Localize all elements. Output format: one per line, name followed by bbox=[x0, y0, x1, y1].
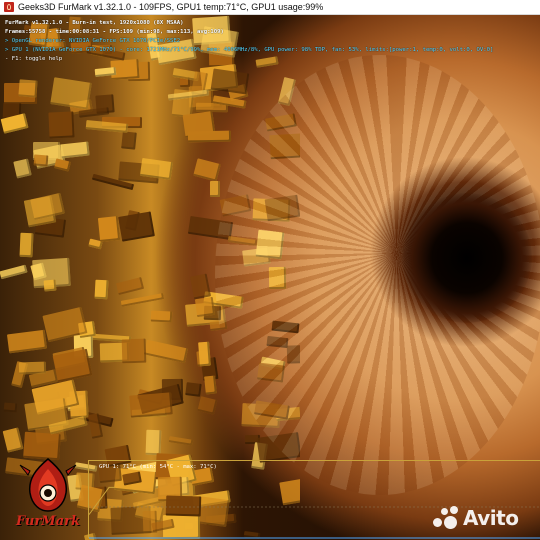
tunnel-cube bbox=[18, 79, 39, 98]
tunnel-cube bbox=[188, 130, 232, 143]
tunnel-cube bbox=[146, 429, 162, 456]
furmark-logo-text: FurMark bbox=[16, 514, 80, 529]
osd-headline: FurMark v1.32.1.0 - Burn-in test, 1920x1… bbox=[5, 20, 184, 26]
tunnel-cube bbox=[198, 341, 211, 367]
tunnel-cube bbox=[210, 181, 221, 198]
tunnel-cube bbox=[48, 111, 74, 139]
tunnel-cube bbox=[203, 375, 217, 395]
tunnel-cube bbox=[19, 232, 34, 258]
avito-watermark-text: Avito bbox=[463, 506, 519, 530]
tunnel-cube bbox=[0, 265, 28, 280]
tunnel-cube bbox=[13, 158, 32, 179]
tunnel-cube bbox=[94, 280, 109, 300]
osd-frame-stats: Frames:55758 - time:00:08:31 - FPS:109 (… bbox=[5, 29, 224, 35]
osd-help-hint: - F1: toggle help bbox=[5, 56, 63, 62]
tunnel-cube bbox=[118, 211, 156, 243]
tunnel-cube bbox=[115, 277, 145, 295]
furmark-app-icon[interactable] bbox=[4, 2, 14, 12]
tunnel-cube bbox=[60, 141, 90, 159]
tunnel-cube bbox=[192, 158, 221, 182]
render-viewport[interactable]: FurMark v1.32.1.0 - Burn-in test, 1920x1… bbox=[0, 15, 540, 540]
tunnel-cube bbox=[122, 338, 147, 364]
tunnel-cube bbox=[185, 382, 202, 397]
tunnel-cube bbox=[43, 279, 58, 292]
flame-eye-icon bbox=[19, 458, 77, 512]
tunnel-cube bbox=[7, 329, 48, 354]
tunnel-cube bbox=[49, 76, 92, 110]
window-title-bar[interactable]: Geeks3D FurMark v1.32.1.0 - 109FPS, GPU1… bbox=[0, 0, 540, 15]
tunnel-cube bbox=[52, 349, 93, 384]
osd-gpu-info: > GPU 1 (NVIDIA GeForce GTX 1070) - core… bbox=[5, 47, 494, 53]
tunnel-cube bbox=[3, 402, 18, 413]
tunnel-cube bbox=[18, 362, 46, 376]
window-title: Geeks3D FurMark v1.32.1.0 - 109FPS, GPU1… bbox=[18, 2, 324, 12]
tunnel-cube bbox=[195, 296, 216, 317]
avito-watermark: Avito bbox=[433, 505, 519, 531]
tunnel-cube bbox=[30, 192, 65, 220]
tunnel-cube bbox=[120, 131, 137, 150]
osd-renderer: > OpenGL renderer: NVIDIA GeForce GTX 10… bbox=[5, 38, 181, 44]
tunnel-cube bbox=[54, 157, 72, 172]
tunnel-cube bbox=[129, 392, 173, 418]
tunnel-cube bbox=[2, 427, 23, 453]
temperature-curve bbox=[89, 486, 115, 515]
tunnel-cube bbox=[33, 154, 49, 167]
tunnel-cube bbox=[197, 396, 218, 415]
tunnel-cube bbox=[144, 339, 189, 364]
tunnel-cube bbox=[120, 292, 164, 307]
fur-donut-center bbox=[402, 193, 532, 323]
tunnel-cube bbox=[97, 215, 121, 242]
tunnel-cube bbox=[210, 68, 250, 95]
tunnel-cube bbox=[190, 273, 212, 300]
furmark-logo: FurMark bbox=[6, 455, 90, 535]
avito-dots-icon bbox=[433, 506, 459, 530]
osd-overlay: FurMark v1.32.1.0 - Burn-in test, 1920x1… bbox=[5, 19, 493, 64]
tunnel-cube bbox=[151, 310, 173, 323]
tunnel-cube bbox=[168, 436, 194, 447]
